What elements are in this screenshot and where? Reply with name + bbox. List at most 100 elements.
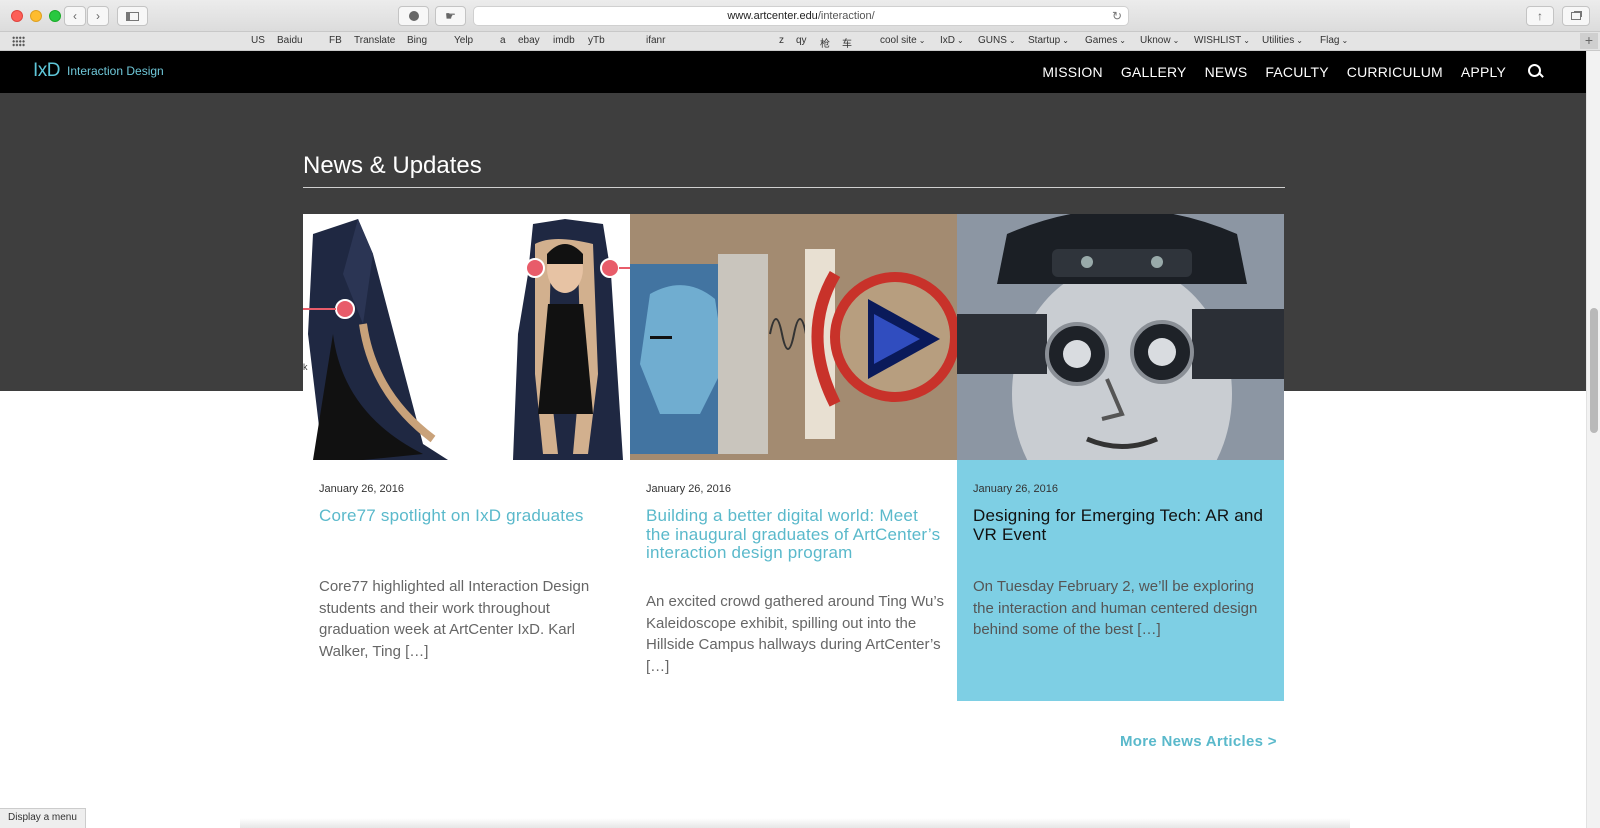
chevron-down-icon: ⌄ xyxy=(1008,36,1016,45)
tabs-overview-button[interactable] xyxy=(1562,6,1590,26)
bookmark-folder[interactable]: Flag ⌄ xyxy=(1320,35,1348,46)
bookmark-folder[interactable]: Uknow ⌄ xyxy=(1140,35,1179,46)
close-window-button[interactable] xyxy=(11,10,23,22)
bookmark-folder[interactable]: Games ⌄ xyxy=(1085,35,1126,46)
news-card-image[interactable]: k xyxy=(303,214,630,460)
extension-button[interactable]: ☛ xyxy=(435,6,466,26)
site-logo[interactable]: IxD xyxy=(33,60,61,82)
new-tab-button[interactable]: + xyxy=(1580,33,1598,49)
url-domain: www.artcenter.edu xyxy=(727,10,818,22)
bookmark-item[interactable]: a xyxy=(500,35,506,46)
bookmark-item[interactable]: Yelp xyxy=(454,35,473,46)
nav-item-apply[interactable]: APPLY xyxy=(1461,64,1506,80)
chevron-down-icon: ⌄ xyxy=(1062,36,1069,45)
bookmark-item[interactable]: Translate xyxy=(354,35,395,46)
forward-button[interactable]: › xyxy=(87,6,109,26)
scrollbar-thumb[interactable] xyxy=(1590,308,1598,433)
chevron-down-icon: ⌄ xyxy=(1119,36,1126,45)
share-icon: ↑ xyxy=(1537,9,1543,23)
bookmark-item[interactable]: US xyxy=(251,35,265,46)
news-card-date: January 26, 2016 xyxy=(646,483,732,495)
bookmark-folder-label: IxD xyxy=(940,35,955,46)
bookmark-item[interactable]: ifanr xyxy=(646,35,665,46)
bookmark-item[interactable]: FB xyxy=(329,35,342,46)
news-card[interactable]: k January 26, 2016 Core77 spotlight on I… xyxy=(303,214,630,701)
news-card-excerpt: An excited crowd gathered around Ting Wu… xyxy=(646,593,944,675)
browser-titlebar: ‹ › ☛ www.artcenter.edu/interaction/ ↻ ↑ xyxy=(0,0,1600,32)
apps-grid-icon[interactable] xyxy=(12,36,25,47)
nav-item-gallery[interactable]: GALLERY xyxy=(1121,64,1187,80)
bookmark-folder[interactable]: Startup ⌄ xyxy=(1028,35,1069,46)
section-title: News & Updates xyxy=(303,152,482,179)
bookmark-item[interactable]: imdb xyxy=(553,35,575,46)
news-card-excerpt: On Tuesday February 2, we’ll be explorin… xyxy=(973,578,1258,638)
chevron-down-icon: ⌄ xyxy=(1243,36,1250,45)
main-nav: MISSION GALLERY NEWS FACULTY CURRICULUM … xyxy=(1042,51,1586,93)
bookmark-folder[interactable]: GUNS ⌄ xyxy=(978,35,1016,46)
bookmark-folder[interactable]: Utilities ⌄ xyxy=(1262,35,1303,46)
share-button[interactable]: ↑ xyxy=(1526,6,1554,26)
bookmark-folder[interactable]: cool site ⌄ xyxy=(880,35,925,46)
bookmark-item[interactable]: z xyxy=(779,35,784,46)
news-card[interactable]: January 26, 2016 Building a better digit… xyxy=(630,214,957,701)
bookmark-folder-label: Games xyxy=(1085,35,1118,46)
back-button[interactable]: ‹ xyxy=(64,6,86,26)
address-bar[interactable]: www.artcenter.edu/interaction/ ↻ xyxy=(473,6,1129,26)
plus-icon: + xyxy=(1584,32,1594,48)
more-news-link[interactable]: More News Articles > xyxy=(1120,733,1277,750)
tabs-icon xyxy=(1571,12,1581,20)
shield-icon xyxy=(408,11,419,21)
bookmark-item[interactable]: 车 xyxy=(842,35,852,50)
zoom-window-button[interactable] xyxy=(49,10,61,22)
chevron-down-icon: ⌄ xyxy=(957,36,964,45)
site-header: IxD Interaction Design MISSION GALLERY N… xyxy=(0,51,1586,93)
bookmark-item[interactable]: Bing xyxy=(407,35,427,46)
bookmark-item[interactable]: 枪 xyxy=(820,35,830,50)
status-bar-text: Display a menu xyxy=(0,808,86,828)
chevron-down-icon: ⌄ xyxy=(1172,36,1180,45)
sidebar-toggle-button[interactable] xyxy=(117,6,148,26)
bookmark-item[interactable]: qy xyxy=(796,35,807,46)
news-card-date: January 26, 2016 xyxy=(319,483,405,495)
section-divider xyxy=(303,187,1285,188)
bookmark-folder[interactable]: WISHLIST ⌄ xyxy=(1194,35,1250,46)
bookmarks-bar: US Baidu FB Translate Bing Yelp a ebay i… xyxy=(0,32,1600,51)
page-scrollbar[interactable] xyxy=(1586,51,1600,828)
privacy-extension-button[interactable] xyxy=(398,6,429,26)
site-logo-subtitle[interactable]: Interaction Design xyxy=(67,64,164,78)
chevron-down-icon: ⌄ xyxy=(1296,36,1303,45)
nav-item-faculty[interactable]: FACULTY xyxy=(1265,64,1328,80)
chevron-down-icon: ⌄ xyxy=(918,36,926,45)
minimize-window-button[interactable] xyxy=(30,10,42,22)
news-card-excerpt: Core77 highlighted all Interaction Desig… xyxy=(319,578,590,660)
bookmark-folder-label: GUNS xyxy=(978,35,1007,46)
bookmark-folder-label: WISHLIST xyxy=(1194,35,1242,46)
search-icon[interactable] xyxy=(1524,61,1546,83)
sidebar-icon xyxy=(126,11,139,21)
url-path: /interaction/ xyxy=(817,10,875,22)
page-bottom-shadow xyxy=(240,818,1350,828)
bookmark-folder-label: Startup xyxy=(1028,35,1061,46)
reload-icon[interactable]: ↻ xyxy=(1112,9,1122,23)
cursor-icon: ☛ xyxy=(445,9,456,23)
nav-item-news[interactable]: NEWS xyxy=(1205,64,1248,80)
chevron-left-icon: ‹ xyxy=(73,9,77,23)
bookmark-folder-label: Utilities xyxy=(1262,35,1295,46)
svg-text:k: k xyxy=(303,362,308,372)
bookmark-item[interactable]: Baidu xyxy=(277,35,303,46)
news-card-highlighted[interactable]: January 26, 2016 Designing for Emerging … xyxy=(957,214,1284,701)
news-card-title[interactable]: Building a better digital world: Meet th… xyxy=(646,506,946,563)
news-card-title[interactable]: Designing for Emerging Tech: AR and VR E… xyxy=(973,506,1273,544)
bookmark-folder-label: Flag xyxy=(1320,35,1340,46)
bookmark-folder-label: Uknow xyxy=(1140,35,1171,46)
chevron-right-icon: › xyxy=(96,9,100,23)
bookmark-folder[interactable]: IxD ⌄ xyxy=(940,35,964,46)
bookmark-item[interactable]: ebay xyxy=(518,35,540,46)
nav-item-curriculum[interactable]: CURRICULUM xyxy=(1347,64,1443,80)
bookmark-item[interactable]: yTb xyxy=(588,35,605,46)
nav-item-mission[interactable]: MISSION xyxy=(1042,64,1103,80)
news-card-date: January 26, 2016 xyxy=(973,483,1059,495)
news-card-image[interactable] xyxy=(630,214,957,460)
news-card-image[interactable] xyxy=(957,214,1284,460)
news-card-title[interactable]: Core77 spotlight on IxD graduates xyxy=(319,506,619,526)
